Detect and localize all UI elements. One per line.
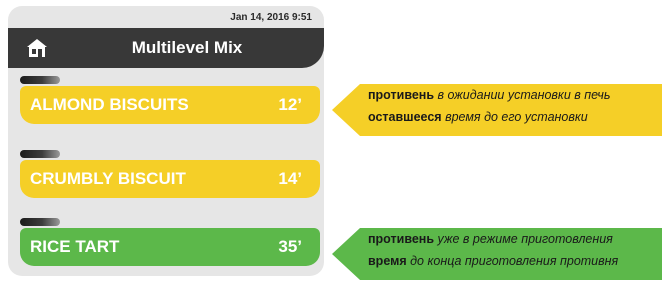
callout-cooking-tray: противень уже в режиме приготовления вре… — [332, 224, 662, 282]
tray-name: RICE TART — [30, 237, 120, 256]
tray-time: 35’ — [278, 237, 302, 256]
tray-time: 12’ — [278, 95, 302, 114]
callout-waiting-tray: противень в ожидании установки в печь ос… — [332, 80, 662, 140]
callout-line-1: противень уже в режиме приготовления — [368, 232, 613, 246]
callout-text: противень уже в режиме приготовления вре… — [368, 228, 658, 272]
tray-name: ALMOND BISCUITS — [30, 95, 189, 114]
tray-row-almond-biscuits[interactable]: ALMOND BISCUITS 12’ — [20, 86, 320, 124]
home-icon — [27, 39, 47, 57]
tray-name: CRUMBLY BISCUIT — [30, 169, 186, 188]
callout-line-2: оставшееся время до его установки — [368, 110, 588, 124]
home-button[interactable] — [20, 35, 54, 61]
callout-text: противень в ожидании установки в печь ос… — [368, 84, 658, 128]
oven-display: Jan 14, 2016 9:51 Multilevel Mix ALMOND … — [8, 6, 324, 276]
tray-handle — [20, 76, 60, 84]
callout-line-2: время до конца приготовления противня — [368, 254, 619, 268]
callout-line-1: противень в ожидании установки в печь — [368, 88, 611, 102]
tray-time: 14’ — [278, 169, 302, 188]
tray-handle — [20, 218, 60, 226]
header-bar: Multilevel Mix — [8, 28, 324, 68]
program-title: Multilevel Mix — [131, 38, 243, 57]
tray-row-rice-tart[interactable]: RICE TART 35’ — [20, 228, 320, 266]
status-datetime: Jan 14, 2016 9:51 — [230, 12, 312, 23]
tray-handle — [20, 150, 60, 158]
tray-row-crumbly-biscuit[interactable]: CRUMBLY BISCUIT 14’ — [20, 160, 320, 198]
